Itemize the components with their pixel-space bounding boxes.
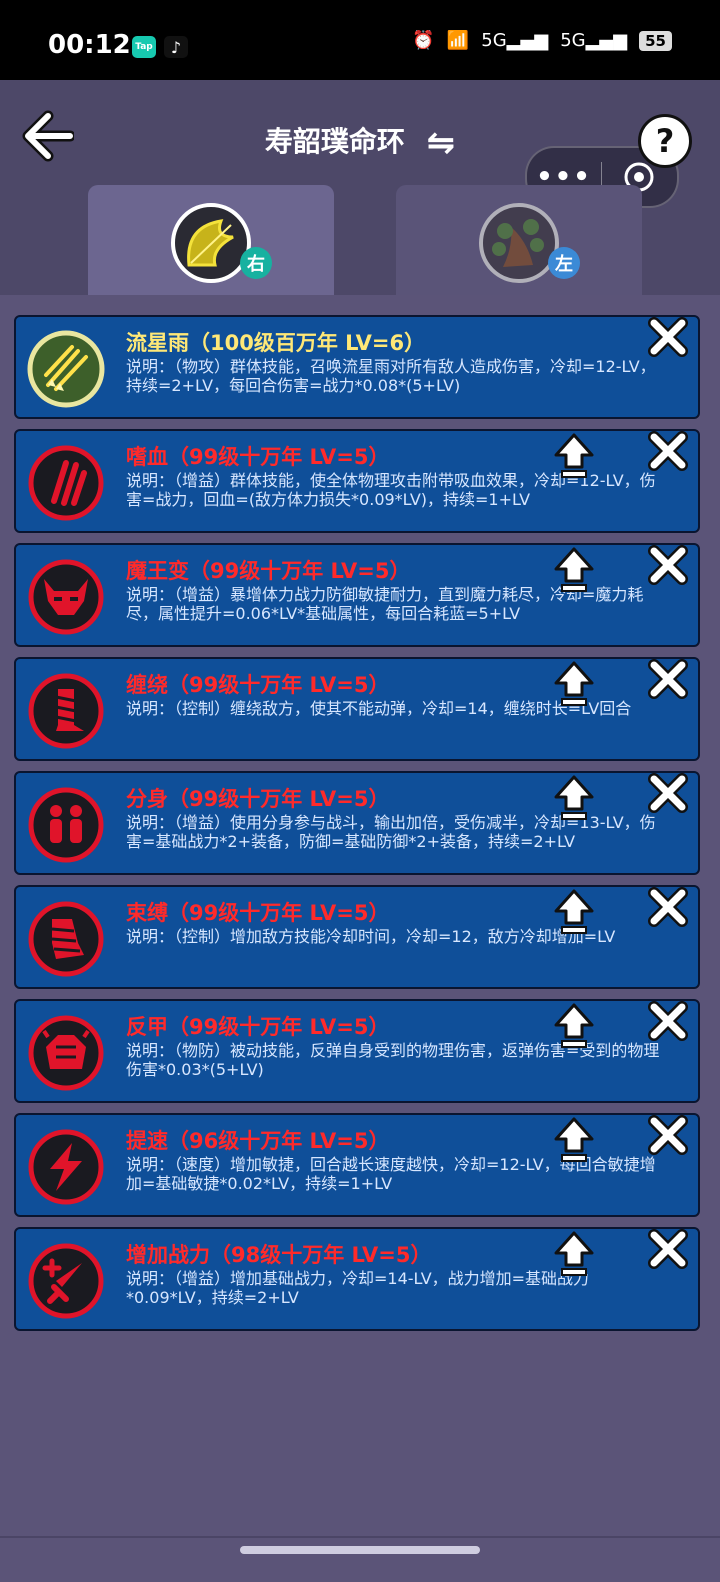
upgrade-arrow-icon[interactable] (548, 771, 600, 823)
skill-card[interactable]: 缠绕（99级十万年 LV=5） 说明：（控制）缠绕敌方，使其不能动弹，冷却=14… (14, 657, 700, 761)
tab-badge-right: 右 (240, 247, 272, 279)
help-button[interactable]: ? (638, 114, 692, 168)
tab-left-ring[interactable]: 左 (396, 185, 642, 295)
skill-card[interactable]: 增加战力（98级十万年 LV=5） 说明：（增益）增加基础战力，冷却=14-LV… (14, 1227, 700, 1331)
upgrade-arrow-icon[interactable] (548, 657, 600, 709)
demon-mask-icon (28, 559, 104, 635)
bind-icon (28, 901, 104, 977)
skill-card[interactable]: 提速（96级十万年 LV=5） 说明：（速度）增加敏捷，回合越长速度越快，冷却=… (14, 1113, 700, 1217)
skill-list: 流星雨（100级百万年 LV=6） 说明：（物攻）群体技能，召唤流星雨对所有敌人… (0, 295, 720, 1582)
skill-description: 说明：（物攻）群体技能，召唤流星雨对所有敌人造成伤害，冷却=12-LV，持续=2… (126, 357, 656, 395)
signal-icon-2: 5G▂▄▆ (560, 30, 628, 51)
sword-plus-icon (28, 1243, 104, 1319)
close-icon[interactable] (642, 1223, 694, 1275)
armor-icon (28, 1015, 104, 1091)
branch-icon (479, 203, 559, 283)
skill-name: 缠绕（99级十万年 LV=5） (126, 673, 390, 697)
upgrade-arrow-icon[interactable] (548, 999, 600, 1051)
status-icons: ⏰ 📶 5G▂▄▆ 5G▂▄▆ 55 (412, 30, 672, 51)
page-title: 寿韶璞命环 (264, 125, 405, 158)
tab-badge-left: 左 (548, 247, 580, 279)
upgrade-arrow-icon[interactable] (548, 885, 600, 937)
close-icon[interactable] (642, 425, 694, 477)
tab-right-ring[interactable]: 右 (88, 185, 334, 295)
skill-name: 魔王变（99级十万年 LV=5） (126, 559, 411, 583)
skill-name: 反甲（99级十万年 LV=5） (126, 1015, 390, 1039)
close-icon[interactable] (642, 767, 694, 819)
close-icon[interactable] (642, 653, 694, 705)
upgrade-arrow-icon[interactable] (548, 1227, 600, 1279)
skill-card[interactable]: 魔王变（99级十万年 LV=5） 说明：（增益）暴增体力战力防御敏捷耐力，直到魔… (14, 543, 700, 647)
skill-card[interactable]: 反甲（99级十万年 LV=5） 说明：（物防）被动技能，反弹自身受到的物理伤害，… (14, 999, 700, 1103)
alarm-icon: ⏰ (412, 30, 435, 51)
clock: 00:12 (48, 30, 131, 60)
upgrade-arrow-icon[interactable] (548, 429, 600, 481)
close-icon[interactable] (642, 539, 694, 591)
wifi-icon: 📶 (446, 30, 470, 51)
skill-name: 束缚（99级十万年 LV=5） (126, 901, 390, 925)
home-indicator[interactable] (240, 1546, 480, 1554)
close-icon[interactable] (642, 311, 694, 363)
skill-card[interactable]: 束缚（99级十万年 LV=5） 说明：（控制）增加敌方技能冷却时间，冷却=12，… (14, 885, 700, 989)
close-icon[interactable] (642, 1109, 694, 1161)
battery-icon: 55 (639, 30, 672, 51)
signal-icon-1: 5G▂▄▆ (481, 30, 549, 51)
vine-icon (28, 673, 104, 749)
close-icon[interactable] (642, 881, 694, 933)
skill-name: 增加战力（98级十万年 LV=5） (126, 1243, 432, 1267)
meteor-icon (27, 330, 105, 408)
skill-name: 分身（99级十万年 LV=5） (126, 787, 390, 811)
skill-card[interactable]: 嗜血（99级十万年 LV=5） 说明：（增益）群体技能，使全体物理攻击附带吸血效… (14, 429, 700, 533)
page-title-bar: 寿韶璞命环 ⇋ (0, 120, 720, 163)
upgrade-arrow-icon[interactable] (548, 543, 600, 595)
upgrade-arrow-icon[interactable] (548, 1113, 600, 1165)
claw-icon (28, 445, 104, 521)
bow-icon (171, 203, 251, 283)
divider (0, 1536, 720, 1538)
clone-icon (28, 787, 104, 863)
swap-icon[interactable]: ⇋ (427, 123, 456, 163)
tiktok-icon: ♪ (164, 36, 188, 58)
skill-name: 提速（96级十万年 LV=5） (126, 1129, 390, 1153)
skill-name: 嗜血（99级十万年 LV=5） (126, 445, 390, 469)
lightning-icon (28, 1129, 104, 1205)
close-icon[interactable] (642, 995, 694, 1047)
skill-card[interactable]: 流星雨（100级百万年 LV=6） 说明：（物攻）群体技能，召唤流星雨对所有敌人… (14, 315, 700, 419)
taptap-icon: Tap (132, 36, 156, 58)
status-bar: 00:12 Tap ♪ ⏰ 📶 5G▂▄▆ 5G▂▄▆ 55 (0, 0, 720, 80)
skill-card[interactable]: 分身（99级十万年 LV=5） 说明：（增益）使用分身参与战斗，输出加倍，受伤减… (14, 771, 700, 875)
skill-name: 流星雨（100级百万年 LV=6） (126, 331, 426, 355)
